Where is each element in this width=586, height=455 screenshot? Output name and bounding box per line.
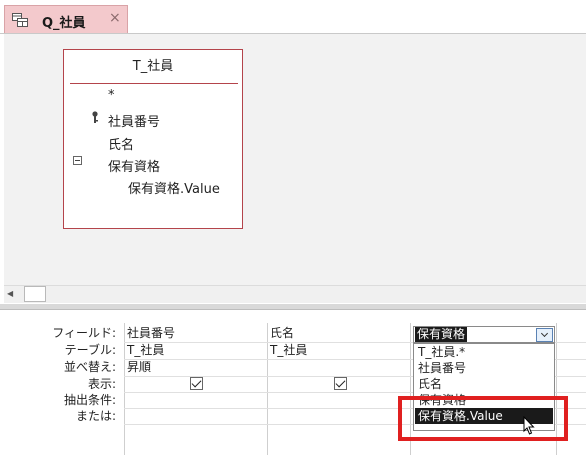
grid-cell-sort-1[interactable]: 昇順 [127,359,151,375]
field-item-name[interactable]: 氏名 [108,134,134,153]
collapse-icon[interactable] [73,156,82,165]
dropdown-option-all[interactable]: T_社員.* [418,344,465,360]
primary-key-icon [92,111,98,123]
mouse-pointer-icon [523,416,535,435]
show-checkbox-2[interactable] [334,377,347,390]
query-tab[interactable]: Q_社員 × [4,5,128,34]
row-label-or: または: [75,409,116,423]
combo-value[interactable]: 保有資格 [415,327,468,342]
dropdown-option-name[interactable]: 氏名 [418,376,442,392]
divider [70,83,238,84]
field-item-qualifications-value[interactable]: 保有資格.Value [128,178,220,197]
field-list-title[interactable]: T_社員 [64,50,242,83]
query-icon [12,13,28,27]
grid-cell-field-2[interactable]: 氏名 [270,325,294,341]
scroll-left-icon[interactable]: ◀ [7,289,13,298]
chevron-down-icon[interactable] [536,328,553,342]
table-design-pane[interactable]: T_社員 * 社員番号 氏名 保有資格 保有資格.Value [4,34,586,285]
field-combo-box[interactable]: 保有資格 [413,326,555,343]
highlight-annotation [398,396,568,441]
row-label-field: フィールド: [52,326,116,340]
pane-splitter[interactable] [0,304,586,310]
horizontal-scrollbar[interactable]: ◀ [4,285,586,303]
close-icon[interactable]: × [109,10,121,26]
row-label-show: 表示: [87,377,116,391]
scrollbar-thumb[interactable] [24,286,46,302]
field-item-all[interactable]: * [108,88,115,103]
grid-cell-table-1[interactable]: T_社員 [127,342,164,358]
grid-cell-table-2[interactable]: T_社員 [270,342,307,358]
field-list-window[interactable]: T_社員 * 社員番号 氏名 保有資格 保有資格.Value [63,49,243,229]
row-label-table: テーブル: [64,343,116,357]
field-item-qualifications[interactable]: 保有資格 [108,156,160,175]
document-tab-strip: Q_社員 × [0,0,586,34]
row-label-criteria: 抽出条件: [63,393,116,407]
grid-cell-field-1[interactable]: 社員番号 [127,325,175,341]
field-item-employee-number[interactable]: 社員番号 [108,111,160,130]
tab-title: Q_社員 [42,16,86,31]
dropdown-option-employee-number[interactable]: 社員番号 [418,360,466,376]
row-label-sort: 並べ替え: [63,360,116,374]
show-checkbox-1[interactable] [190,377,203,390]
